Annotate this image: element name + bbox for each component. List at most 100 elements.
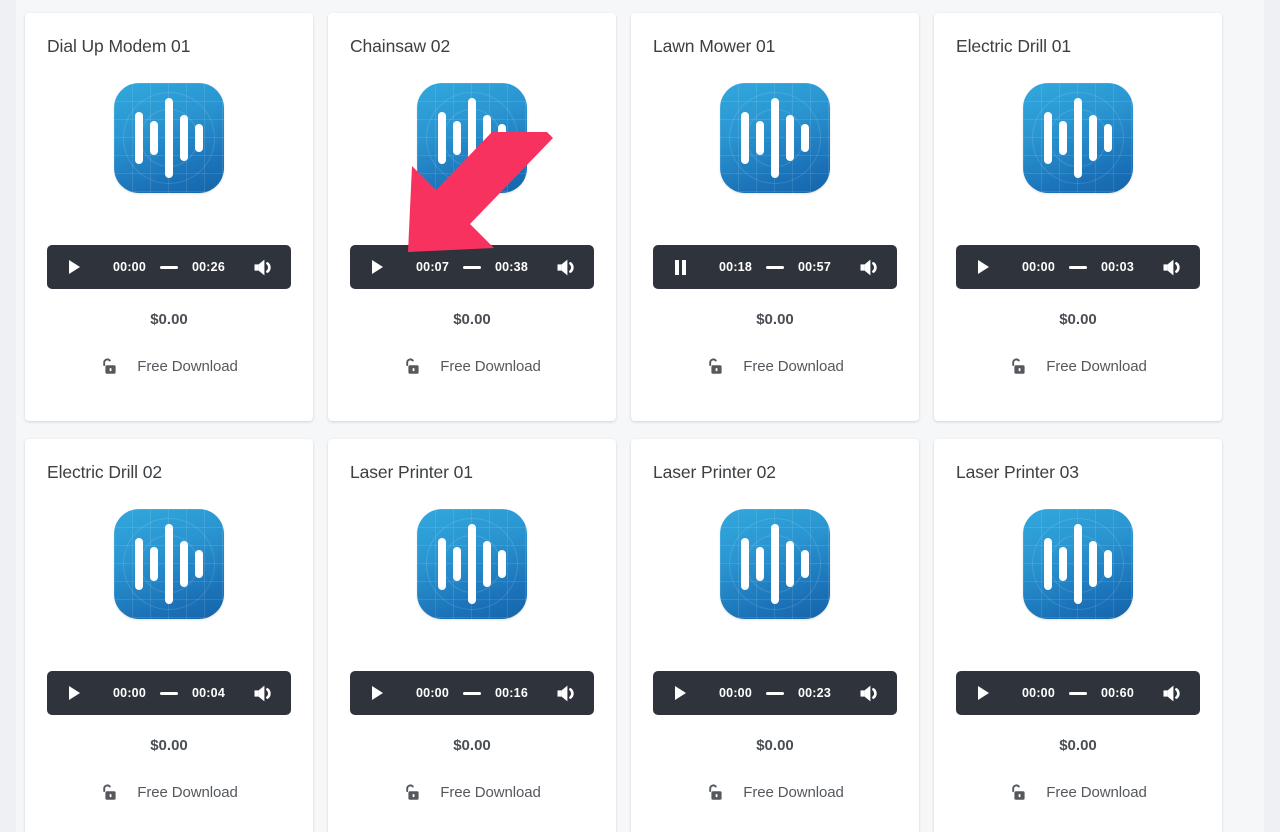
- current-time: 00:18: [719, 260, 752, 274]
- unlocked-padlock-icon: [1012, 784, 1025, 800]
- sound-card[interactable]: Chainsaw 02 00:07 00:38 $0.00 Free Download: [328, 13, 616, 421]
- free-download-button[interactable]: Free Download: [350, 357, 594, 376]
- unlocked-padlock-icon: [1012, 358, 1025, 374]
- sound-card[interactable]: Laser Printer 03 00:00 00:60 $0.00 Free Down…: [934, 439, 1222, 832]
- play-icon: [371, 260, 383, 274]
- sound-card-grid: Dial Up Modem 01 00:00 00:26 $0.00 Free Down…: [25, 13, 1256, 832]
- icon-waveform-bars: [114, 509, 224, 619]
- audio-player[interactable]: 00:00 00:04: [47, 671, 291, 715]
- total-time: 00:03: [1101, 260, 1134, 274]
- audio-player[interactable]: 00:18 00:57: [653, 245, 897, 289]
- audio-waveform-icon: [1023, 509, 1133, 619]
- current-time: 00:00: [416, 686, 449, 700]
- audio-player[interactable]: 00:07 00:38: [350, 245, 594, 289]
- player-timeline: 00:18 00:57: [691, 260, 859, 274]
- play-button[interactable]: [366, 256, 388, 278]
- sound-card[interactable]: Laser Printer 02 00:00 00:23 $0.00 Free Down…: [631, 439, 919, 832]
- sound-card[interactable]: Electric Drill 01 00:00 00:03 $0.00 Free Dow…: [934, 13, 1222, 421]
- audio-player[interactable]: 00:00 00:16: [350, 671, 594, 715]
- card-title: Laser Printer 02: [653, 462, 776, 482]
- total-time: 00:23: [798, 686, 831, 700]
- total-time: 00:26: [192, 260, 225, 274]
- player-timeline: 00:00 00:26: [85, 260, 253, 274]
- player-timeline: 00:00 00:23: [691, 686, 859, 700]
- sound-card[interactable]: Dial Up Modem 01 00:00 00:26 $0.00 Free Down…: [25, 13, 313, 421]
- free-download-label: Free Download: [1046, 784, 1147, 801]
- play-button[interactable]: [669, 682, 691, 704]
- volume-icon[interactable]: [253, 257, 275, 277]
- artwork-wrap: [350, 83, 594, 193]
- volume-icon[interactable]: [556, 683, 578, 703]
- current-time: 00:07: [416, 260, 449, 274]
- free-download-button[interactable]: Free Download: [956, 783, 1200, 802]
- player-timeline: 00:07 00:38: [388, 260, 556, 274]
- card-title: Electric Drill 02: [47, 462, 162, 482]
- icon-waveform-bars: [417, 83, 527, 193]
- sound-card[interactable]: Electric Drill 02 00:00 00:04 $0.00 Free Dow…: [25, 439, 313, 832]
- card-title: Chainsaw 02: [350, 36, 451, 56]
- play-button[interactable]: [366, 682, 388, 704]
- player-timeline: 00:00 00:60: [994, 686, 1162, 700]
- free-download-button[interactable]: Free Download: [653, 357, 897, 376]
- unlocked-padlock-icon: [709, 784, 722, 800]
- free-download-button[interactable]: Free Download: [350, 783, 594, 802]
- card-title: Lawn Mower 01: [653, 36, 776, 56]
- price-label: $0.00: [453, 737, 491, 754]
- total-time: 00:57: [798, 260, 831, 274]
- total-time: 00:60: [1101, 686, 1134, 700]
- play-icon: [977, 686, 989, 700]
- free-download-button[interactable]: Free Download: [956, 357, 1200, 376]
- play-button[interactable]: [972, 256, 994, 278]
- pause-button[interactable]: [669, 256, 691, 278]
- play-button[interactable]: [63, 682, 85, 704]
- free-download-button[interactable]: Free Download: [47, 357, 291, 376]
- icon-waveform-bars: [720, 83, 830, 193]
- price-label: $0.00: [756, 311, 794, 328]
- free-download-button[interactable]: Free Download: [47, 783, 291, 802]
- current-time: 00:00: [113, 260, 146, 274]
- icon-waveform-bars: [720, 509, 830, 619]
- volume-icon[interactable]: [253, 683, 275, 703]
- progress-bar[interactable]: [766, 691, 784, 695]
- volume-icon[interactable]: [1162, 683, 1184, 703]
- progress-bar[interactable]: [160, 265, 178, 269]
- artwork-wrap: [956, 83, 1200, 193]
- audio-player[interactable]: 00:00 00:60: [956, 671, 1200, 715]
- unlocked-padlock-icon: [406, 358, 419, 374]
- progress-bar[interactable]: [1069, 691, 1087, 695]
- artwork-wrap: [653, 83, 897, 193]
- audio-waveform-icon: [417, 509, 527, 619]
- current-time: 00:00: [113, 686, 146, 700]
- audio-player[interactable]: 00:00 00:26: [47, 245, 291, 289]
- volume-icon[interactable]: [859, 257, 881, 277]
- free-download-button[interactable]: Free Download: [653, 783, 897, 802]
- sound-card[interactable]: Laser Printer 01 00:00 00:16 $0.00 Free Down…: [328, 439, 616, 832]
- play-button[interactable]: [63, 256, 85, 278]
- current-time: 00:00: [719, 686, 752, 700]
- audio-waveform-icon: [720, 83, 830, 193]
- audio-waveform-icon: [720, 509, 830, 619]
- progress-bar[interactable]: [463, 691, 481, 695]
- progress-bar[interactable]: [463, 265, 481, 269]
- unlocked-padlock-icon: [103, 358, 116, 374]
- artwork-wrap: [956, 509, 1200, 619]
- current-time: 00:00: [1022, 686, 1055, 700]
- price-label: $0.00: [1059, 311, 1097, 328]
- audio-player[interactable]: 00:00 00:03: [956, 245, 1200, 289]
- progress-bar[interactable]: [160, 691, 178, 695]
- play-icon: [371, 686, 383, 700]
- audio-player[interactable]: 00:00 00:23: [653, 671, 897, 715]
- play-button[interactable]: [972, 682, 994, 704]
- audio-waveform-icon: [417, 83, 527, 193]
- sound-card[interactable]: Lawn Mower 01 00:18 00:57 $0.00 Free Downloa…: [631, 13, 919, 421]
- volume-icon[interactable]: [859, 683, 881, 703]
- unlocked-padlock-icon: [103, 784, 116, 800]
- artwork-wrap: [47, 509, 291, 619]
- total-time: 00:04: [192, 686, 225, 700]
- volume-icon[interactable]: [1162, 257, 1184, 277]
- progress-bar[interactable]: [766, 265, 784, 269]
- progress-bar[interactable]: [1069, 265, 1087, 269]
- price-label: $0.00: [1059, 737, 1097, 754]
- volume-icon[interactable]: [556, 257, 578, 277]
- price-label: $0.00: [150, 311, 188, 328]
